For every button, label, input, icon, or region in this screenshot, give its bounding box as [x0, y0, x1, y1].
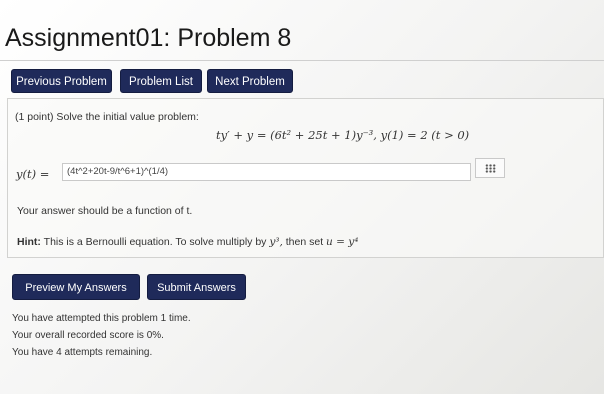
- hint-text: Hint: This is a Bernoulli equation. To s…: [17, 236, 358, 248]
- attempts-status: You have attempted this problem 1 time.: [12, 313, 191, 324]
- title-divider: [0, 60, 604, 61]
- grid-dots-icon: [485, 164, 496, 173]
- submit-answers-button[interactable]: Submit Answers: [147, 274, 246, 300]
- function-note: Your answer should be a function of t.: [17, 205, 193, 217]
- hint-then: then set: [285, 236, 324, 248]
- page-title: Assignment01: Problem 8: [5, 24, 292, 52]
- problem-equation: ty′ + y = (6t² + 25t + 1)y⁻³, y(1) = 2 (…: [216, 128, 470, 142]
- score-status: Your overall recorded score is 0%.: [12, 330, 164, 341]
- hint-body: This is a Bernoulli equation. To solve m…: [43, 236, 267, 248]
- previous-problem-button[interactable]: Previous Problem: [11, 69, 112, 93]
- preview-answers-button[interactable]: Preview My Answers: [12, 274, 140, 300]
- problem-intro: (1 point) Solve the initial value proble…: [15, 111, 199, 123]
- problem-list-button[interactable]: Problem List: [120, 69, 202, 93]
- answer-label: y(t) =: [16, 167, 50, 181]
- hint-substitution: u = y⁴: [326, 236, 359, 248]
- hint-prefix: Hint:: [17, 236, 41, 248]
- remaining-status: You have 4 attempts remaining.: [12, 347, 153, 358]
- equation-editor-button[interactable]: [475, 158, 505, 178]
- next-problem-button[interactable]: Next Problem: [207, 69, 293, 93]
- hint-multiply: y³,: [269, 236, 283, 248]
- answer-input[interactable]: (4t^2+20t-9/t^6+1)^(1/4): [62, 163, 471, 181]
